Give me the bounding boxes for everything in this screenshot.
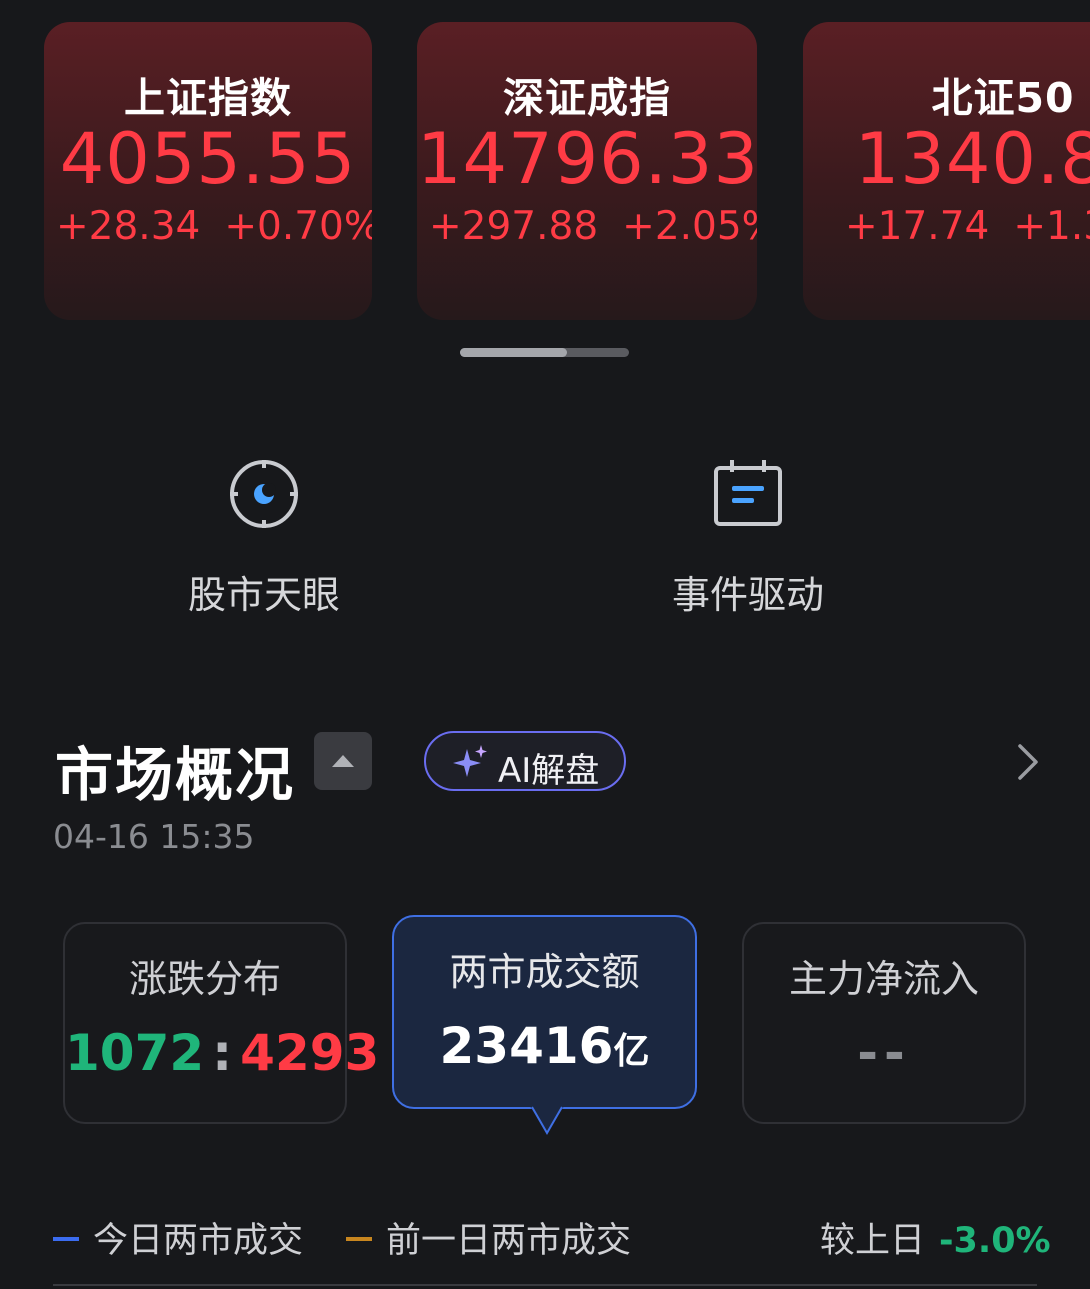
chevron-right-icon[interactable] xyxy=(1012,742,1042,782)
legend-prev-label: 前一日两市成交 xyxy=(386,1221,632,1261)
compare-label: 较上日 xyxy=(820,1221,926,1261)
collapse-button[interactable] xyxy=(314,732,372,790)
rise-fall-separator: : xyxy=(212,1024,233,1082)
index-card-sz[interactable]: 深证成指 14796.33 +297.88 +2.05% xyxy=(417,22,757,320)
card-title: 主力净流入 xyxy=(788,957,979,1001)
section-title: 市场概况 xyxy=(55,741,296,809)
chart-top-border xyxy=(53,1284,1037,1286)
index-card-sh[interactable]: 上证指数 4055.55 +28.34 +0.70% xyxy=(44,22,372,320)
shortcut-label: 事件驱动 xyxy=(671,573,824,617)
index-price: 14796.33 xyxy=(417,118,757,200)
index-change-pct: +1.34% xyxy=(1013,204,1090,249)
index-change-row: +28.34 +0.70% xyxy=(44,204,372,249)
turnover-card[interactable]: 两市成交额 23416亿 xyxy=(392,915,697,1109)
index-name: 北证50 xyxy=(931,74,1075,122)
rise-fall-card[interactable]: 涨跌分布 1072:4293 xyxy=(63,922,379,1124)
shortcut-stock-eye[interactable]: 股市天眼 xyxy=(144,458,384,618)
legend-today-label: 今日两市成交 xyxy=(93,1221,304,1261)
rise-fall-value: 1072:4293 xyxy=(65,1024,379,1082)
turnover-amount: 23416 xyxy=(439,1017,614,1075)
triangle-up-icon xyxy=(332,755,354,767)
sparkle-icon xyxy=(453,745,487,777)
index-change-pct: +0.70% xyxy=(224,204,372,249)
legend-prev-swatch xyxy=(346,1237,372,1241)
index-price: 1340.82 xyxy=(854,118,1090,200)
compare-prev-day: 较上日 -3.0% xyxy=(820,1212,1051,1263)
turnover-value: 23416亿 xyxy=(394,1017,695,1075)
compare-value: -3.0% xyxy=(939,1221,1051,1261)
rise-count: 1072 xyxy=(65,1024,205,1082)
ai-button-label: AI解盘 xyxy=(498,751,600,791)
net-inflow-value: -- xyxy=(857,1024,911,1082)
active-card-pointer xyxy=(530,1106,564,1136)
net-inflow-card[interactable]: 主力净流入 -- xyxy=(742,922,1026,1124)
index-change: +17.74 xyxy=(845,204,990,249)
shortcut-label: 股市天眼 xyxy=(187,573,340,617)
index-change-pct: +2.05% xyxy=(622,204,757,249)
index-change-row: +17.74 +1.34% xyxy=(833,204,1090,249)
index-name: 上证指数 xyxy=(124,74,292,122)
index-card-bj[interactable]: 北证50 1340.82 +17.74 +1.34% xyxy=(803,22,1090,320)
legend-today-swatch xyxy=(53,1237,79,1241)
turnover-unit: 亿 xyxy=(613,1031,650,1072)
eye-target-icon xyxy=(230,460,298,528)
shortcut-event-driven[interactable]: 事件驱动 xyxy=(628,458,868,618)
ai-analysis-button[interactable]: AI解盘 xyxy=(424,731,626,791)
fall-count: 4293 xyxy=(240,1024,380,1082)
index-price: 4055.55 xyxy=(59,118,357,200)
index-change: +297.88 xyxy=(429,204,599,249)
index-change-row: +297.88 +2.05% xyxy=(417,204,757,249)
legend-today: 今日两市成交 xyxy=(53,1212,303,1263)
card-title: 涨跌分布 xyxy=(128,957,281,1001)
update-timestamp: 04-16 15:35 xyxy=(53,817,255,856)
index-change: +28.34 xyxy=(56,204,201,249)
legend-prev: 前一日两市成交 xyxy=(346,1212,631,1263)
index-name: 深证成指 xyxy=(503,74,671,122)
carousel-scrollbar-thumb[interactable] xyxy=(460,348,567,357)
card-title: 两市成交额 xyxy=(449,950,640,994)
calendar-list-icon xyxy=(714,460,782,526)
